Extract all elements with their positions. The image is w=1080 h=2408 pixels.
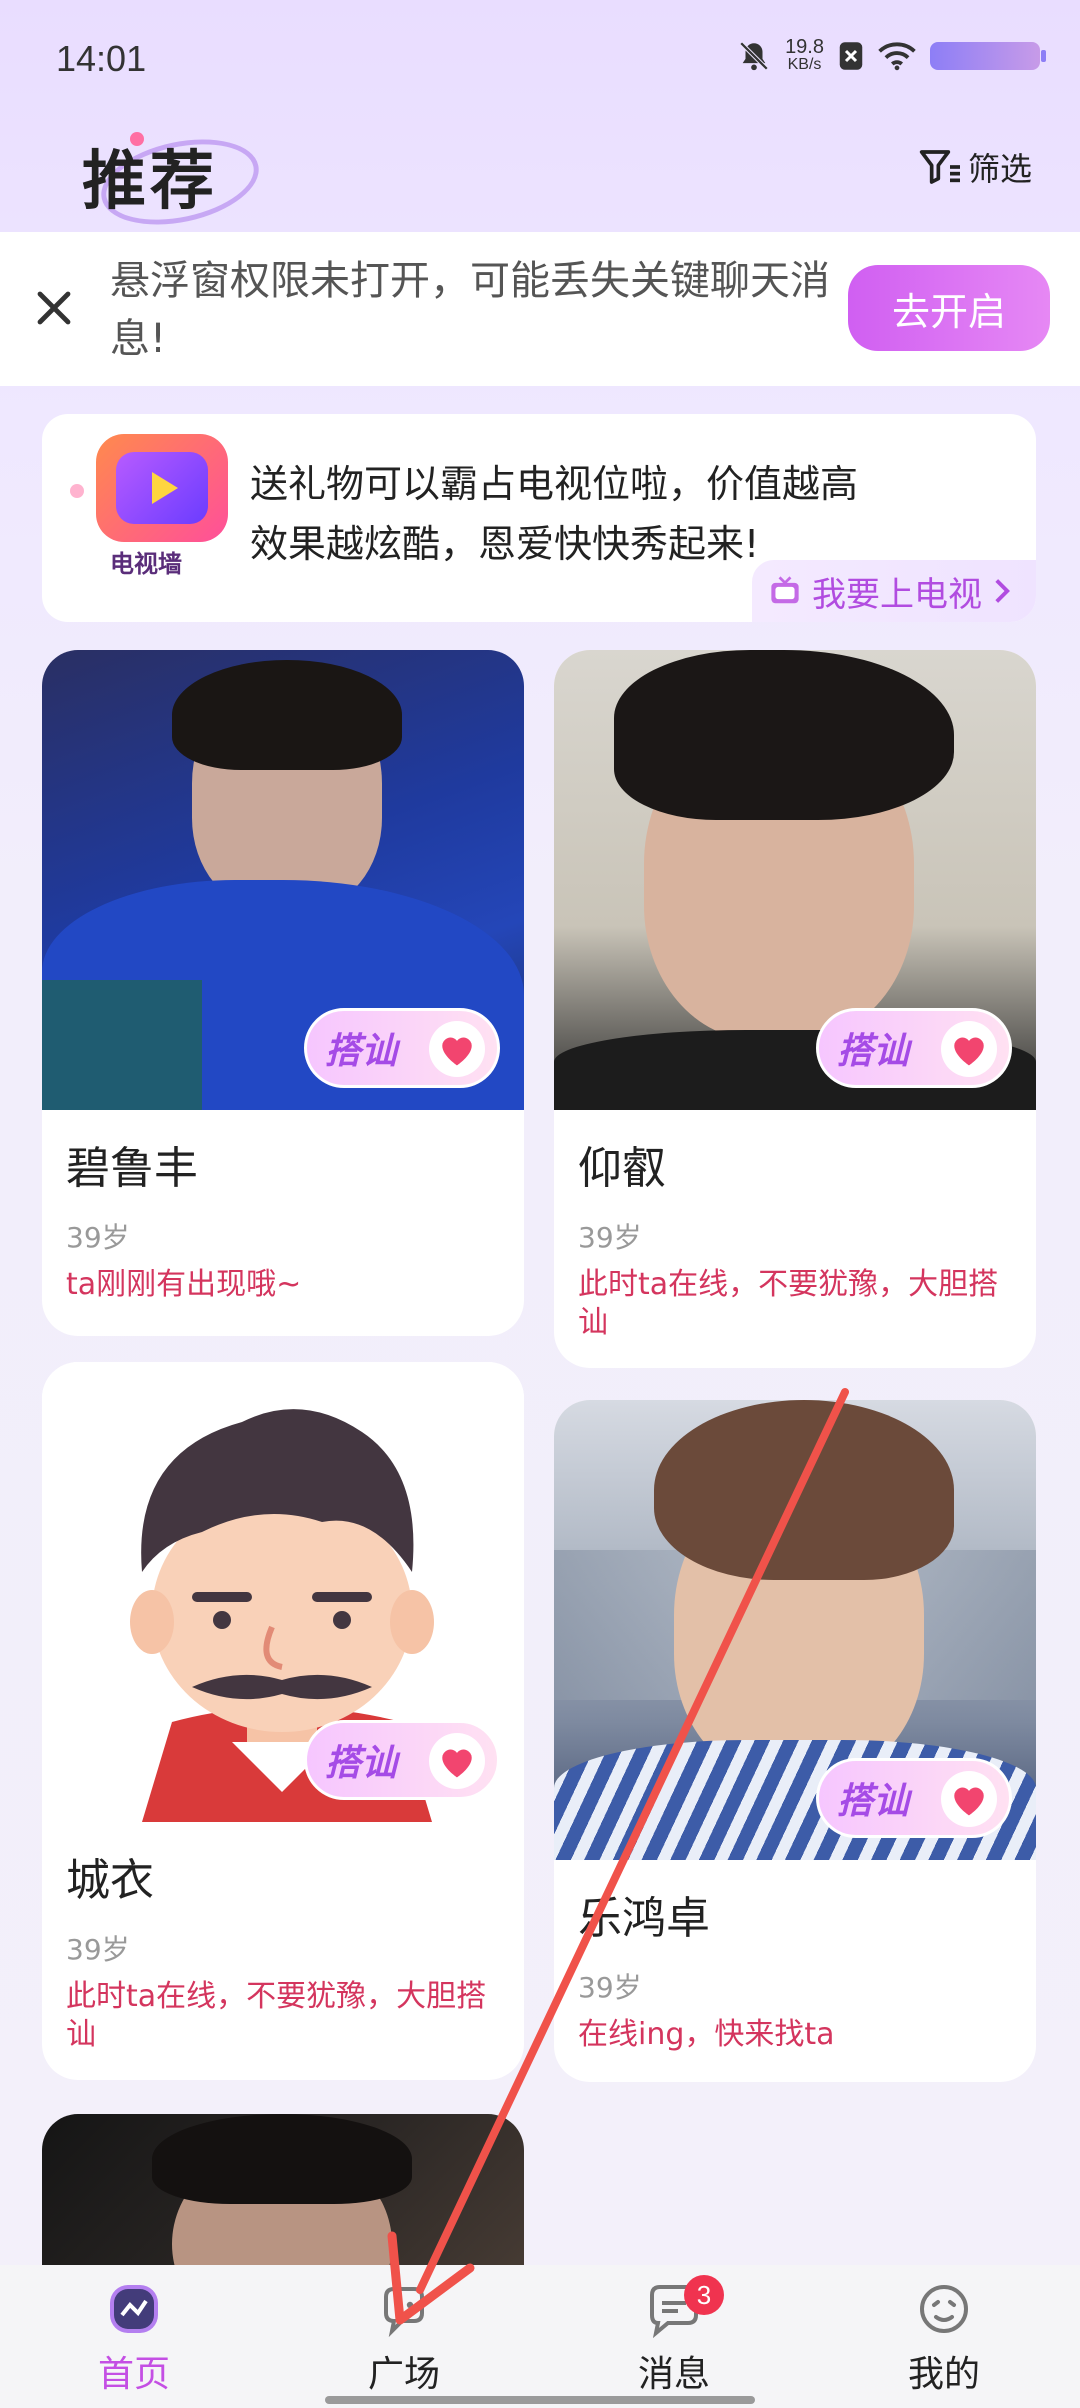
- status-bar: 14:01 19.8 KB/s: [0, 0, 1080, 120]
- heart-icon: [429, 1021, 485, 1077]
- user-name: 乐鸿卓: [578, 1893, 710, 1944]
- greet-button[interactable]: 搭讪: [304, 1008, 500, 1088]
- tv-small-icon: [768, 576, 802, 606]
- nav-profile-label: 我的: [907, 2354, 980, 2395]
- heart-icon: [429, 1733, 485, 1789]
- decoration-dot: [70, 484, 84, 498]
- message-badge: 3: [684, 2275, 724, 2315]
- enable-permission-button[interactable]: 去开启: [848, 265, 1050, 351]
- tv-wall-logo-label: 电视墙: [110, 550, 182, 578]
- profile-icon: [914, 2279, 974, 2339]
- greet-button[interactable]: 搭讪: [816, 1008, 1012, 1088]
- heart-icon: [941, 1021, 997, 1077]
- go-on-tv-link[interactable]: 我要上电视: [752, 560, 1036, 622]
- user-photo: 搭讪: [42, 650, 524, 1110]
- tv-wall-logo: 电视墙: [96, 434, 228, 578]
- user-card[interactable]: 搭讪 碧鲁丰 39岁 ta刚刚有出现哦~: [42, 650, 524, 1336]
- user-age: 39岁: [578, 1221, 642, 1254]
- user-status: 此时ta在线，不要犹豫，大胆搭讪: [578, 1267, 999, 1340]
- user-name: 仰叡: [578, 1143, 666, 1194]
- net-speed: 19.8 KB/s: [785, 36, 824, 74]
- user-card[interactable]: 搭讪 乐鸿卓 39岁 在线ing，快来找ta: [554, 1400, 1036, 2082]
- permission-message: 悬浮窗权限未打开，可能丢失关键聊天消息!: [110, 258, 830, 362]
- user-status: ta刚刚有出现哦~: [66, 1267, 302, 1302]
- nav-plaza-label: 广场: [367, 2354, 440, 2395]
- bell-muted-icon: [737, 39, 771, 73]
- gesture-home-bar[interactable]: [325, 2396, 755, 2404]
- tv-wall-banner[interactable]: 电视墙 送礼物可以霸占电视位啦，价值越高效果越炫酷，恩爱快快秀起来! 我要上电视: [42, 414, 1036, 622]
- greet-label: 搭讪: [325, 1743, 398, 1784]
- user-name: 碧鲁丰: [66, 1143, 198, 1194]
- greet-button[interactable]: 搭讪: [304, 1720, 500, 1800]
- nav-messages[interactable]: 3 消息: [574, 2275, 774, 2397]
- bottom-nav: 首页 广场 3 消息 我的: [0, 2265, 1080, 2408]
- greet-label: 搭讪: [837, 1031, 910, 1072]
- go-on-tv-label: 我要上电视: [812, 574, 982, 615]
- user-photo: 搭讪: [42, 1362, 524, 1822]
- nav-profile[interactable]: 我的: [844, 2279, 1044, 2397]
- chevron-right-icon: [992, 577, 1012, 605]
- wifi-icon: [878, 41, 916, 71]
- nav-messages-label: 消息: [637, 2354, 710, 2395]
- filter-label: 筛选: [967, 150, 1032, 188]
- user-name: 城衣: [66, 1855, 154, 1906]
- status-icons: 19.8 KB/s: [737, 36, 1046, 74]
- user-status: 在线ing，快来找ta: [578, 2017, 835, 2052]
- user-status: 此时ta在线，不要犹豫，大胆搭讪: [66, 1979, 487, 2052]
- play-icon: [152, 472, 178, 504]
- status-time: 14:01: [56, 38, 147, 79]
- nav-plaza[interactable]: 广场: [304, 2279, 504, 2397]
- home-icon: [104, 2279, 164, 2339]
- user-age: 39岁: [66, 1221, 130, 1254]
- tv-wall-description: 送礼物可以霸占电视位啦，价值越高效果越炫酷，恩爱快快秀起来!: [250, 462, 859, 566]
- user-age: 39岁: [578, 1971, 642, 2004]
- net-speed-unit: KB/s: [787, 56, 822, 73]
- user-photo: 搭讪: [554, 650, 1036, 1110]
- user-card[interactable]: 搭讪 城衣 39岁 此时ta在线，不要犹豫，大胆搭讪: [42, 1362, 524, 2080]
- page-header: 推荐 筛选: [0, 120, 1080, 238]
- permission-banner: 悬浮窗权限未打开，可能丢失关键聊天消息! 去开启: [0, 232, 1080, 386]
- greet-button[interactable]: 搭讪: [816, 1758, 1012, 1838]
- user-photo: 搭讪: [554, 1400, 1036, 1860]
- battery-icon: [930, 42, 1046, 70]
- net-speed-value: 19.8: [785, 36, 824, 58]
- greet-label: 搭讪: [325, 1031, 398, 1072]
- heart-icon: [941, 1771, 997, 1827]
- tv-icon: [96, 434, 228, 542]
- user-age: 39岁: [66, 1933, 130, 1966]
- greet-label: 搭讪: [837, 1781, 910, 1822]
- user-card[interactable]: 搭讪 仰叡 39岁 此时ta在线，不要犹豫，大胆搭讪: [554, 650, 1036, 1368]
- filter-button[interactable]: 筛选: [918, 144, 1032, 190]
- close-icon[interactable]: [30, 284, 78, 332]
- plaza-icon: [374, 2279, 434, 2339]
- nav-home[interactable]: 首页: [34, 2279, 234, 2397]
- nav-home-label: 首页: [97, 2354, 170, 2395]
- filter-icon: [918, 147, 962, 187]
- sim-x-icon: [838, 41, 864, 71]
- page-title: 推荐: [82, 145, 218, 219]
